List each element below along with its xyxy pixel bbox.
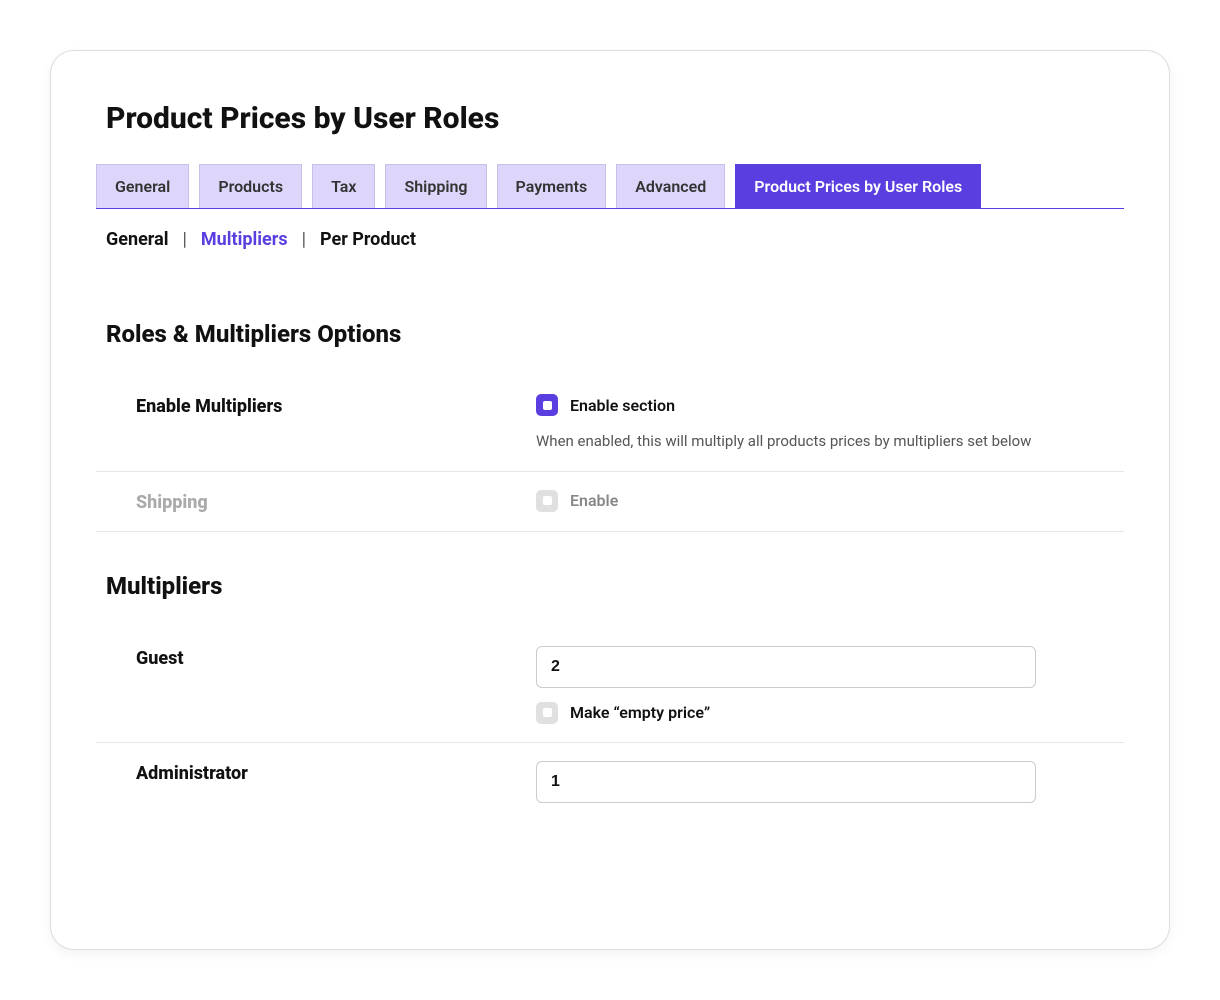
option-label-guest: Guest — [96, 646, 536, 669]
help-text-enable-multipliers: When enabled, this will multiply all pro… — [536, 430, 1124, 453]
option-row-enable-multipliers: Enable Multipliers Enable section When e… — [96, 376, 1124, 472]
tab-tax[interactable]: Tax — [312, 164, 375, 208]
input-administrator-multiplier[interactable] — [536, 761, 1036, 803]
secondary-tabs: General | Multipliers | Per Product — [96, 229, 1124, 250]
subtab-divider: | — [183, 229, 187, 250]
subtab-multipliers[interactable]: Multipliers — [201, 229, 288, 250]
option-row-guest: Guest Make “empty price” — [96, 628, 1124, 743]
checkbox-line-guest-empty-price: Make “empty price” — [536, 702, 1124, 724]
tab-shipping[interactable]: Shipping — [385, 164, 486, 208]
tab-payments[interactable]: Payments — [497, 164, 607, 208]
option-label-administrator: Administrator — [96, 761, 536, 784]
checkbox-line-shipping: Enable — [536, 490, 1124, 512]
settings-panel: Product Prices by User Roles General Pro… — [50, 50, 1170, 950]
tab-general[interactable]: General — [96, 164, 189, 208]
input-guest-multiplier[interactable] — [536, 646, 1036, 688]
subtab-per-product[interactable]: Per Product — [320, 229, 416, 250]
option-control — [536, 761, 1124, 803]
option-control: Make “empty price” — [536, 646, 1124, 724]
page-title: Product Prices by User Roles — [96, 101, 1124, 136]
checkbox-label-guest-empty-price: Make “empty price” — [570, 703, 710, 722]
option-control: Enable section When enabled, this will m… — [536, 394, 1124, 453]
checkbox-label-shipping-enable: Enable — [570, 491, 618, 510]
checkbox-label-enable-section: Enable section — [570, 396, 675, 415]
tab-product-prices-by-user-roles[interactable]: Product Prices by User Roles — [735, 164, 981, 208]
subtab-general[interactable]: General — [106, 229, 169, 250]
checkbox-enable-section[interactable] — [536, 394, 558, 416]
checkbox-shipping-enable[interactable] — [536, 490, 558, 512]
subtab-divider: | — [302, 229, 306, 250]
option-label-shipping: Shipping — [96, 490, 536, 513]
option-row-shipping: Shipping Enable — [96, 472, 1124, 532]
tab-products[interactable]: Products — [199, 164, 302, 208]
primary-tabs: General Products Tax Shipping Payments A… — [96, 164, 1124, 209]
checkbox-guest-empty-price[interactable] — [536, 702, 558, 724]
option-control: Enable — [536, 490, 1124, 512]
tab-advanced[interactable]: Advanced — [616, 164, 725, 208]
checkbox-line-enable-section: Enable section — [536, 394, 1124, 416]
option-label-enable-multipliers: Enable Multipliers — [96, 394, 536, 417]
section-heading-multipliers: Multipliers — [96, 572, 1124, 600]
option-row-administrator: Administrator — [96, 743, 1124, 821]
section-heading-roles-multipliers: Roles & Multipliers Options — [96, 320, 1124, 348]
